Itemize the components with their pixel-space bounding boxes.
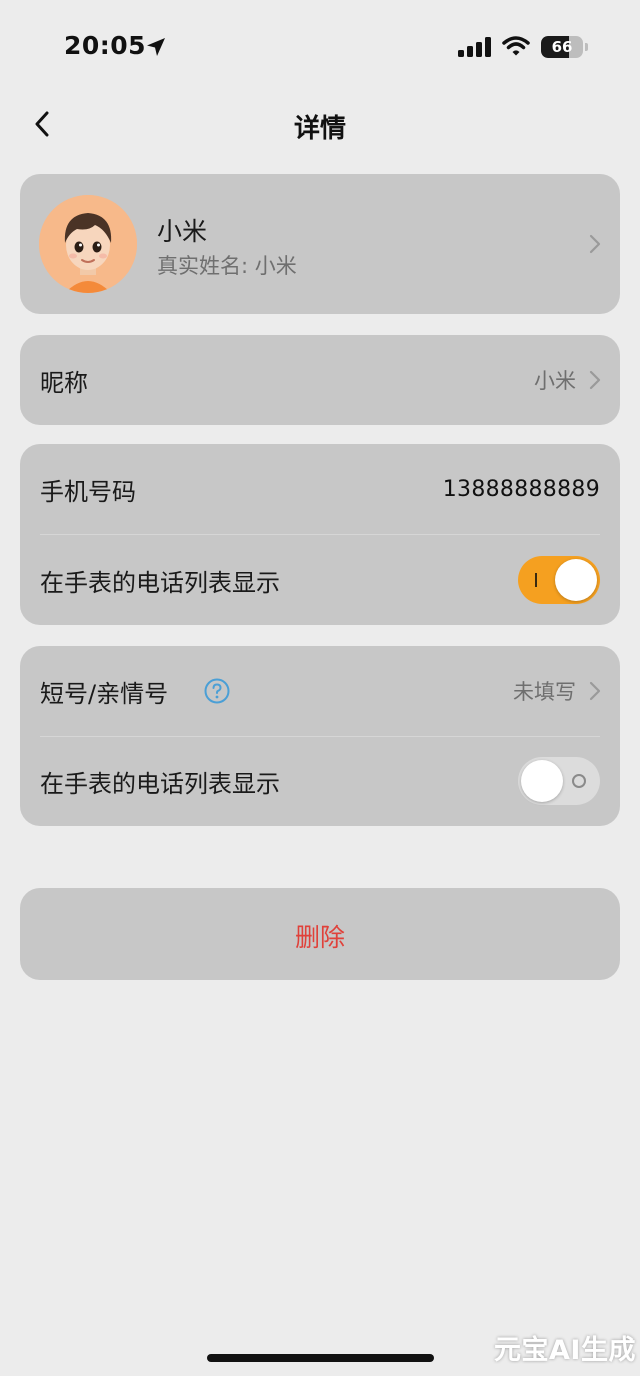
phone-label: 手机号码 [40,477,136,506]
delete-button[interactable]: 删除 [20,888,620,980]
battery-cap [585,43,588,51]
short-number-show-label: 在手表的电话列表显示 [40,770,280,798]
short-number-value: 未填写 [513,680,576,704]
toggle-knob [521,760,563,802]
short-number-row[interactable]: 短号/亲情号 未填写 [20,646,620,736]
toggle-on-mark [535,573,537,587]
profile-real-name: 真实姓名: 小米 [157,254,297,278]
delete-label: 删除 [294,923,345,952]
wifi-icon [502,36,530,56]
status-time: 20:05 [64,31,147,60]
phone-show-toggle[interactable] [518,556,600,604]
phone-row: 手机号码 13888888889 [20,444,620,534]
nickname-card[interactable]: 昵称 小米 [20,335,620,425]
location-arrow-icon [147,38,165,56]
phone-number-value: 13888888889 [442,476,600,502]
phone-show-label: 在手表的电话列表显示 [40,568,280,597]
page-title: 详情 [293,114,346,144]
toggle-knob [555,559,597,601]
battery-icon: 66 [541,36,583,58]
chevron-right-icon [589,370,601,390]
short-number-card: 短号/亲情号 未填写 在手表的电话列表显示 [20,646,620,826]
nickname-row[interactable]: 昵称 小米 [20,335,620,425]
chevron-right-icon [589,234,601,254]
question-circle-icon[interactable] [204,678,230,704]
short-number-label: 短号/亲情号 [40,679,169,708]
profile-card[interactable]: 小米 真实姓名: 小米 [20,174,620,314]
cellular-signal-icon [458,37,491,57]
nav-bar: 详情 [0,96,640,152]
toggle-off-mark [572,774,586,788]
short-number-show-toggle[interactable] [518,757,600,805]
phone-card: 手机号码 13888888889 在手表的电话列表显示 [20,444,620,625]
chevron-right-icon [589,681,601,701]
home-indicator[interactable] [207,1354,434,1362]
short-number-show-row: 在手表的电话列表显示 [20,737,620,826]
avatar [39,195,137,293]
profile-name: 小米 [157,217,208,246]
nickname-label: 昵称 [40,368,88,397]
nickname-value: 小米 [534,369,576,393]
cartoon-boy-avatar [39,195,137,293]
watermark: 元宝AI生成 [494,1335,636,1366]
status-bar: 20:05 66 [0,0,640,96]
phone-show-row: 在手表的电话列表显示 [20,535,620,625]
battery-percent: 66 [551,38,573,56]
